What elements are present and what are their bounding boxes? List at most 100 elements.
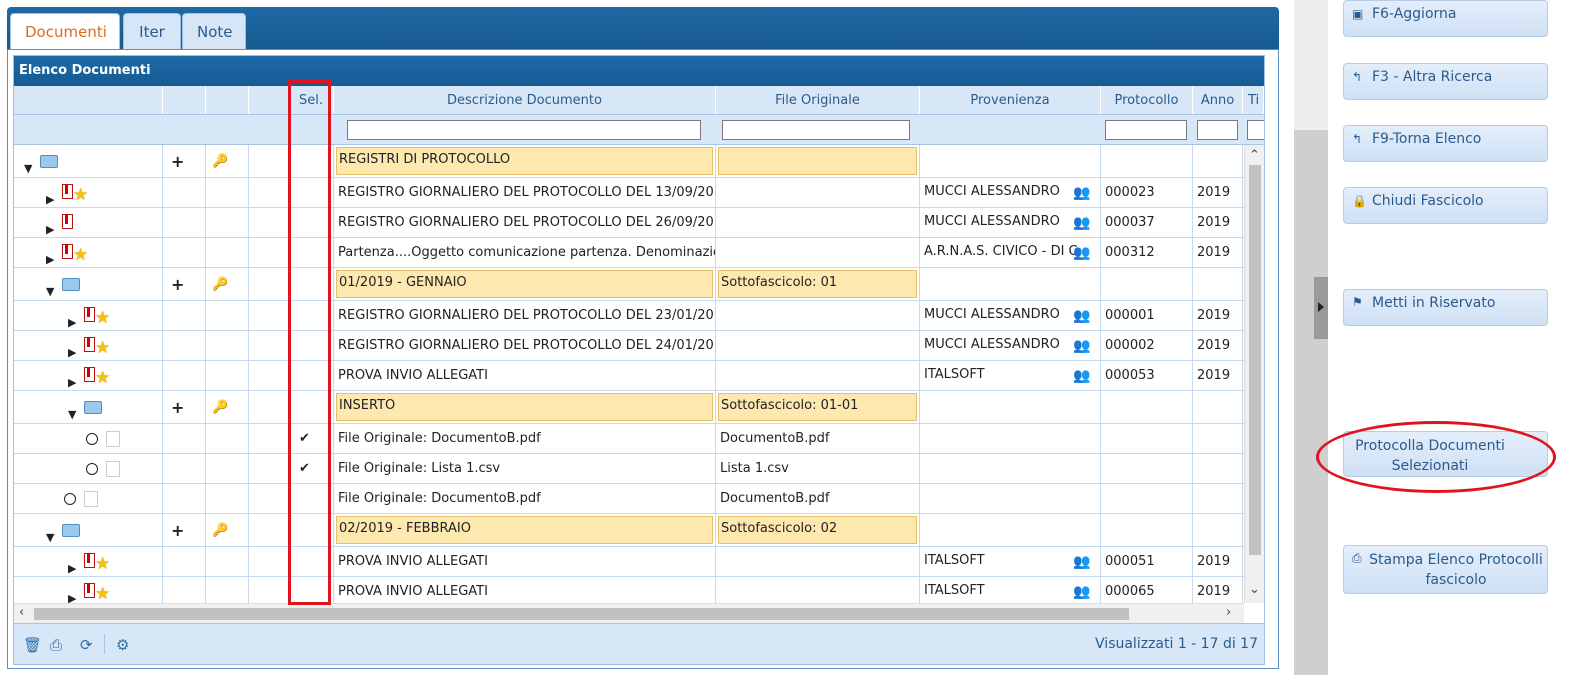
- horizontal-scrollbar[interactable]: ‹ ›: [14, 603, 1244, 623]
- table-row[interactable]: ✔ File Originale: DocumentoB.pdf Documento…: [14, 424, 1244, 454]
- users-icon[interactable]: 👥: [1073, 361, 1090, 390]
- scroll-left-icon[interactable]: ‹: [19, 604, 24, 622]
- anno-cell: 2019: [1193, 331, 1243, 360]
- col-header-file-originale[interactable]: File Originale: [716, 86, 920, 114]
- add-icon[interactable]: +: [171, 393, 184, 423]
- col-header-tipo[interactable]: Ti: [1243, 86, 1264, 114]
- table-row[interactable]: ▶ ★ Partenza....Oggetto comunicazione part…: [14, 238, 1244, 268]
- scroll-right-icon[interactable]: ›: [1226, 604, 1231, 622]
- filter-tipo-input[interactable]: [1247, 120, 1264, 140]
- collapse-icon[interactable]: ▼: [46, 523, 54, 547]
- expand-icon[interactable]: ▶: [68, 584, 76, 603]
- expand-icon[interactable]: ▶: [46, 215, 54, 237]
- table-row[interactable]: File Originale: DocumentoB.pdf DocumentoB…: [14, 484, 1244, 514]
- tab-note[interactable]: Note: [182, 13, 246, 49]
- f6-aggiorna-button[interactable]: ▣ F6-Aggiorna: [1343, 0, 1548, 37]
- expand-icon[interactable]: ▶: [68, 368, 76, 390]
- key-icon[interactable]: 🔑: [212, 270, 228, 300]
- back-icon: ↰: [1352, 70, 1363, 84]
- table-row[interactable]: ▶ ★ PROVA INVIO ALLEGATI ITALSOFT 👥 000065 201…: [14, 577, 1244, 603]
- table-row[interactable]: ▶ ★ REGISTRO GIORNALIERO DEL PROTOCOLLO DE…: [14, 301, 1244, 331]
- print-icon[interactable]: ⎙: [50, 636, 62, 654]
- table-row[interactable]: ✔ File Originale: Lista 1.csv Lista 1.csv: [14, 454, 1244, 484]
- users-icon[interactable]: 👥: [1073, 238, 1090, 267]
- tree-cell: ▶ ★: [14, 577, 163, 603]
- users-icon[interactable]: 👥: [1073, 577, 1090, 603]
- star-icon: ★: [73, 185, 89, 205]
- star-icon: ★: [95, 338, 111, 358]
- users-icon[interactable]: 👥: [1073, 208, 1090, 237]
- table-row[interactable]: ▶ ★ REGISTRO GIORNALIERO DEL PROTOCOLLO DE…: [14, 331, 1244, 361]
- f9-torna-elenco-button[interactable]: ↰ F9-Torna Elenco: [1343, 125, 1548, 162]
- table-row[interactable]: ▼ + 🔑 INSERTO Sottofascicolo: 01-01: [14, 391, 1244, 424]
- refresh-icon[interactable]: ⟳: [80, 636, 93, 654]
- anno-cell: [1193, 514, 1243, 546]
- descrizione-cell: File Originale: DocumentoB.pdf: [334, 484, 716, 513]
- table-row[interactable]: ▼ + 🔑 01/2019 - GENNAIO Sottofascicolo: 01: [14, 268, 1244, 301]
- expand-icon[interactable]: ▶: [68, 338, 76, 360]
- protocollo-cell: [1101, 145, 1193, 177]
- add-cell: [163, 577, 206, 603]
- collapse-icon[interactable]: ▼: [46, 277, 54, 301]
- filter-descrizione-input[interactable]: [347, 120, 701, 140]
- stampa-elenco-protocolli-button[interactable]: ⎙ Stampa Elenco Protocolli fascicolo: [1343, 545, 1548, 594]
- users-icon[interactable]: 👥: [1073, 178, 1090, 207]
- vertical-scroll-thumb[interactable]: [1249, 165, 1261, 555]
- selected-check-icon[interactable]: ✔: [299, 454, 310, 483]
- trash-icon[interactable]: 🗑: [23, 636, 42, 654]
- filter-anno-input[interactable]: [1197, 120, 1238, 140]
- sel-cell: [289, 391, 334, 423]
- filter-protocollo-input[interactable]: [1105, 120, 1187, 140]
- add-icon[interactable]: +: [171, 516, 184, 546]
- col-header-anno[interactable]: Anno: [1193, 86, 1243, 114]
- col-header-protocollo[interactable]: Protocollo: [1101, 86, 1193, 114]
- add-icon[interactable]: +: [171, 147, 184, 177]
- table-row[interactable]: ▼ + 🔑 REGISTRI DI PROTOCOLLO: [14, 145, 1244, 178]
- table-row[interactable]: ▼ + 🔑 02/2019 - FEBBRAIO Sottofascicolo: 02: [14, 514, 1244, 547]
- collapse-icon[interactable]: ▼: [68, 400, 76, 424]
- scroll-down-icon[interactable]: ⌄: [1249, 581, 1260, 599]
- tab-documenti[interactable]: Documenti: [10, 13, 120, 49]
- users-icon[interactable]: 👥: [1073, 301, 1090, 330]
- table-row[interactable]: ▶ ★ REGISTRO GIORNALIERO DEL PROTOCOLLO DE…: [14, 178, 1244, 208]
- col-header-provenienza[interactable]: Provenienza: [920, 86, 1101, 114]
- radio-button[interactable]: [86, 433, 98, 445]
- col-header-sel[interactable]: Sel.: [289, 86, 334, 114]
- add-cell: +: [163, 145, 206, 177]
- filter-file-originale-input[interactable]: [722, 120, 910, 140]
- filter-row: [14, 115, 1264, 145]
- protocollo-cell: 000053: [1101, 361, 1193, 390]
- protocolla-documenti-selezionati-button[interactable]: Protocolla Documenti Selezionati: [1343, 431, 1548, 477]
- chiudi-fascicolo-button[interactable]: 🔒 Chiudi Fascicolo: [1343, 187, 1548, 224]
- file-originale-cell: Lista 1.csv: [716, 454, 920, 483]
- expand-icon[interactable]: ▶: [68, 308, 76, 330]
- add-icon[interactable]: +: [171, 270, 184, 300]
- key-icon[interactable]: 🔑: [212, 393, 228, 423]
- expand-icon[interactable]: ▶: [68, 554, 76, 576]
- tree-cell: [14, 424, 163, 453]
- key-icon[interactable]: 🔑: [212, 516, 228, 546]
- expand-icon[interactable]: ▶: [46, 185, 54, 207]
- radio-button[interactable]: [64, 493, 76, 505]
- table-row[interactable]: ▶ ★ PROVA INVIO ALLEGATI ITALSOFT 👥 000053 201…: [14, 361, 1244, 391]
- expand-icon[interactable]: ▶: [46, 245, 54, 267]
- collapse-icon[interactable]: ▼: [24, 154, 32, 178]
- table-row[interactable]: ▶ ★ PROVA INVIO ALLEGATI ITALSOFT 👥 000051 201…: [14, 547, 1244, 577]
- users-icon[interactable]: 👥: [1073, 547, 1090, 576]
- sel-cell: [289, 301, 334, 330]
- col-header-descrizione[interactable]: Descrizione Documento: [334, 86, 716, 114]
- scroll-up-icon[interactable]: ⌃: [1249, 147, 1260, 165]
- radio-button[interactable]: [86, 463, 98, 475]
- vertical-scrollbar[interactable]: ⌃ ⌄: [1244, 145, 1264, 603]
- key-icon[interactable]: 🔑: [212, 147, 228, 177]
- expand-panel-handle[interactable]: [1314, 277, 1328, 339]
- selected-check-icon[interactable]: ✔: [299, 424, 310, 453]
- metti-in-riservato-button[interactable]: ⚑ Metti in Riservato: [1343, 289, 1548, 326]
- descrizione-cell: File Originale: DocumentoB.pdf: [334, 424, 716, 453]
- f3-altra-ricerca-button[interactable]: ↰ F3 - Altra Ricerca: [1343, 63, 1548, 100]
- horizontal-scroll-thumb[interactable]: [34, 608, 1129, 620]
- table-row[interactable]: ▶ REGISTRO GIORNALIERO DEL PROTOCOLLO DEL…: [14, 208, 1244, 238]
- users-icon[interactable]: 👥: [1073, 331, 1090, 360]
- gear-icon[interactable]: ⚙: [116, 636, 129, 654]
- tab-iter[interactable]: Iter: [123, 13, 181, 49]
